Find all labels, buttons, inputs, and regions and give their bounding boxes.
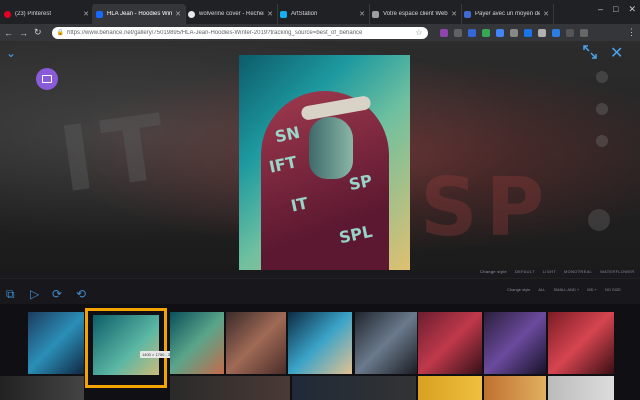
size-option[interactable]: ALL [538, 287, 545, 292]
tab-google-search[interactable]: wolverine cover - Recherche ✕ [184, 4, 278, 24]
back-icon[interactable]: ← [4, 28, 13, 38]
tab-title: wolverine cover - Recherche [199, 11, 264, 17]
thumbnail-strip: 1400 × 1750 - 318 [0, 304, 640, 400]
background-art: IT [53, 93, 182, 214]
thumbnail[interactable] [292, 376, 416, 400]
tab-title: ArtStation [291, 11, 318, 17]
extension-icon[interactable] [481, 28, 490, 37]
thumbnail[interactable] [0, 376, 84, 400]
thumbnail-image [93, 315, 159, 375]
minimize-icon[interactable]: – [598, 4, 603, 15]
selected-thumbnail[interactable] [85, 308, 167, 388]
pinterest-icon [4, 10, 11, 18]
thumbnail[interactable] [170, 376, 290, 400]
payment-icon [464, 10, 471, 18]
thumbnail[interactable] [418, 312, 482, 374]
behance-icon [96, 10, 103, 18]
extension-icon[interactable] [439, 28, 448, 37]
thumbnail[interactable] [548, 312, 614, 374]
close-tab-icon[interactable]: ✕ [267, 10, 273, 18]
tab-title: Votre espace client Web OVH [383, 11, 448, 17]
close-tab-icon[interactable]: ✕ [543, 10, 549, 18]
photo-print-text: IT [289, 193, 310, 216]
thumbnail[interactable] [548, 376, 614, 400]
tab-title: (23) Pinterest [15, 11, 52, 17]
main-photo: SN IFT SP IT SPL [239, 55, 410, 270]
extension-icon[interactable] [551, 28, 560, 37]
play-icon[interactable]: ▷ [30, 287, 39, 301]
size-option[interactable]: MD + [587, 287, 597, 292]
tab-payment[interactable]: Payer avec un moyen de pai ✕ [460, 4, 554, 24]
size-option[interactable]: NO SIZE [605, 287, 621, 292]
collapse-chevron-icon[interactable]: ⌄ [6, 46, 16, 60]
gallery-grid-icon[interactable]: ⧉ [6, 287, 15, 302]
style-option[interactable]: MONOTREAL [564, 269, 592, 274]
document-icon [372, 10, 379, 18]
google-icon [188, 10, 195, 18]
bookmark-star-icon[interactable]: ☆ [415, 28, 422, 37]
next-round-icon[interactable] [588, 209, 610, 231]
thumbnail[interactable] [484, 312, 546, 374]
change-size-label: Change style [507, 287, 531, 292]
image-viewer: IT SP ⌄ ✕ SN IFT SP IT SPL Change style … [0, 41, 640, 400]
tab-behance[interactable]: HLA Jean - Hoodies Winter 20 ✕ [92, 4, 186, 24]
close-window-icon[interactable]: ✕ [628, 4, 636, 15]
thumbnail[interactable] [170, 312, 224, 374]
style-option[interactable]: LIGHT [543, 269, 556, 274]
extension-icon[interactable] [453, 28, 462, 37]
lock-icon: 🔒 [56, 30, 65, 36]
tab-ovh[interactable]: Votre espace client Web OVH ✕ [368, 4, 462, 24]
thumbnail[interactable] [418, 376, 482, 400]
address-url[interactable]: https://www.behance.net/gallery/75019895… [67, 30, 415, 36]
tab-pinterest[interactable]: (23) Pinterest ✕ [0, 4, 94, 24]
fullscreen-icon[interactable] [583, 45, 597, 59]
close-tab-icon[interactable]: ✕ [451, 10, 457, 18]
action-icon[interactable] [596, 71, 608, 83]
thumbnail[interactable] [288, 312, 352, 374]
media-badge-icon[interactable] [36, 68, 58, 90]
tab-title: HLA Jean - Hoodies Winter 20 [107, 11, 173, 17]
close-tab-icon[interactable]: ✕ [359, 10, 365, 18]
extension-icon[interactable] [495, 28, 504, 37]
action-icon[interactable] [596, 103, 608, 115]
change-size-bar: Change style ALL SMALL AND + MD + NO SIZ… [507, 287, 621, 292]
extension-icon[interactable] [537, 28, 546, 37]
background-art: SP [420, 161, 553, 254]
face-shape [309, 117, 353, 179]
action-icon[interactable] [596, 135, 608, 147]
thumbnail[interactable] [226, 312, 286, 374]
thumbnail[interactable] [28, 312, 84, 374]
side-actions [596, 71, 608, 147]
reload-icon[interactable]: ↻ [34, 27, 42, 38]
extension-icon[interactable] [579, 28, 588, 37]
extension-icon[interactable] [565, 28, 574, 37]
change-style-bar: Change style DEFAULT LIGHT MONOTREAL WAT… [480, 269, 635, 274]
forward-icon[interactable]: → [19, 28, 28, 38]
menu-icon[interactable]: ⋮ [627, 27, 636, 38]
style-option[interactable]: DEFAULT [515, 269, 535, 274]
browser-toolbar: ← → ↻ 🔒 https://www.behance.net/gallery/… [0, 24, 640, 41]
style-option[interactable]: WATERFLOWER [600, 269, 634, 274]
extension-icon[interactable] [509, 28, 518, 37]
browser-window: (23) Pinterest ✕ HLA Jean - Hoodies Wint… [0, 0, 640, 400]
tab-strip: (23) Pinterest ✕ HLA Jean - Hoodies Wint… [0, 0, 640, 24]
window-controls: – □ ✕ [598, 4, 636, 15]
address-bar[interactable]: 🔒 https://www.behance.net/gallery/750198… [51, 26, 428, 39]
change-style-label: Change style [480, 269, 507, 274]
reverse-icon[interactable]: ⟲ [76, 287, 86, 301]
size-option[interactable]: SMALL AND + [553, 287, 579, 292]
maximize-icon[interactable]: □ [613, 4, 618, 15]
extension-icon[interactable] [467, 28, 476, 37]
close-tab-icon[interactable]: ✕ [175, 10, 181, 18]
close-tab-icon[interactable]: ✕ [83, 10, 89, 18]
rotate-icon[interactable]: ⟳ [52, 287, 62, 301]
artstation-icon [280, 10, 287, 18]
extension-icons [439, 28, 588, 37]
thumbnail[interactable] [484, 376, 546, 400]
tab-artstation[interactable]: ArtStation ✕ [276, 4, 370, 24]
close-icon[interactable]: ✕ [610, 43, 623, 63]
thumbnail[interactable] [355, 312, 417, 374]
tab-title: Payer avec un moyen de pai [475, 11, 541, 17]
extension-icon[interactable] [523, 28, 532, 37]
